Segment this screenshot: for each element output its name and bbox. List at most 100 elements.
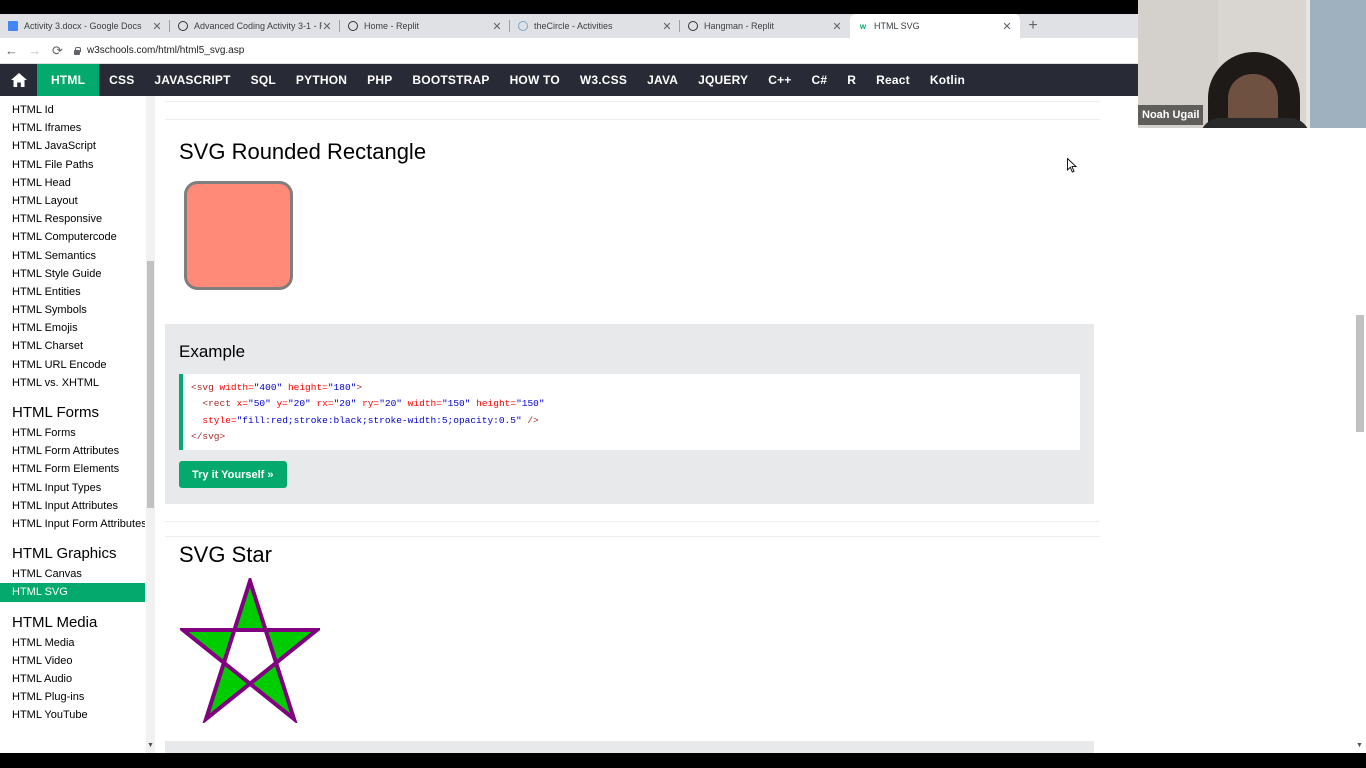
nav-sql[interactable]: SQL bbox=[241, 64, 286, 96]
tab-hangman-replit[interactable]: Hangman - Replit ✕ bbox=[680, 14, 850, 38]
nav-csharp[interactable]: C# bbox=[802, 64, 838, 96]
bottom-black-bar bbox=[0, 753, 1366, 768]
sidebar-item-html-id[interactable]: HTML Id bbox=[0, 101, 145, 119]
sidebar-scroll-down-icon[interactable]: ▼ bbox=[147, 742, 154, 749]
nav-react[interactable]: React bbox=[866, 64, 920, 96]
webcam-person-shirt bbox=[1200, 118, 1310, 128]
sidebar-item-html-audio[interactable]: HTML Audio bbox=[0, 670, 145, 688]
tab-title: Advanced Coding Activity 3-1 - R bbox=[194, 21, 322, 31]
tab-title: Activity 3.docx - Google Docs bbox=[24, 21, 142, 31]
nav-python[interactable]: PYTHON bbox=[286, 64, 357, 96]
sidebar-heading-forms: HTML Forms bbox=[12, 404, 99, 421]
nav-howto[interactable]: HOW TO bbox=[500, 64, 570, 96]
sidebar-item-html-vs-xhtml[interactable]: HTML vs. XHTML bbox=[0, 374, 145, 392]
sidebar-item-html-symbols[interactable]: HTML Symbols bbox=[0, 301, 145, 319]
close-icon[interactable]: ✕ bbox=[492, 20, 502, 33]
rounded-rectangle-demo bbox=[184, 181, 293, 290]
tab-google-docs[interactable]: Activity 3.docx - Google Docs ✕ bbox=[0, 14, 170, 38]
sidebar-item-html-charset[interactable]: HTML Charset bbox=[0, 337, 145, 355]
divider bbox=[165, 101, 1100, 102]
nav-cpp[interactable]: C++ bbox=[758, 64, 801, 96]
sidebar-item-html-youtube[interactable]: HTML YouTube bbox=[0, 706, 145, 724]
home-icon[interactable] bbox=[0, 64, 37, 96]
sidebar-item-html-url-encode[interactable]: HTML URL Encode bbox=[0, 356, 145, 374]
sidebar-item-html-responsive[interactable]: HTML Responsive bbox=[0, 210, 145, 228]
nav-r[interactable]: R bbox=[837, 64, 866, 96]
divider bbox=[165, 536, 1100, 537]
page-scrollbar-thumb[interactable] bbox=[1356, 315, 1364, 432]
main-content: SVG Rounded Rectangle Example <svg width… bbox=[165, 96, 1100, 753]
sidebar-item-html-entities[interactable]: HTML Entities bbox=[0, 283, 145, 301]
address-bar: ← → ⟳ w3schools.com/html/html5_svg.asp bbox=[0, 38, 1138, 64]
nav-javascript[interactable]: JAVASCRIPT bbox=[144, 64, 240, 96]
nav-css[interactable]: CSS bbox=[99, 64, 144, 96]
sidebar-item-html-semantics[interactable]: HTML Semantics bbox=[0, 247, 145, 265]
tab-thecircle[interactable]: theCircle - Activities ✕ bbox=[510, 14, 680, 38]
tab-title: theCircle - Activities bbox=[534, 21, 613, 31]
star-demo bbox=[180, 578, 320, 723]
close-icon[interactable]: ✕ bbox=[322, 20, 332, 33]
sidebar-item-html-plugins[interactable]: HTML Plug-ins bbox=[0, 688, 145, 706]
sidebar-item-html-layout[interactable]: HTML Layout bbox=[0, 192, 145, 210]
sidebar-item-html-svg[interactable]: HTML SVG bbox=[0, 583, 145, 602]
heading-svg-star: SVG Star bbox=[179, 542, 272, 567]
sidebar-scrollbar-thumb[interactable] bbox=[147, 261, 154, 508]
sidebar-item-html-forms[interactable]: HTML Forms bbox=[0, 424, 145, 442]
nav-jquery[interactable]: JQUERY bbox=[688, 64, 758, 96]
w3schools-icon: w bbox=[859, 21, 867, 31]
left-sidebar: HTML Id HTML Iframes HTML JavaScript HTM… bbox=[0, 96, 145, 753]
nav-html[interactable]: HTML bbox=[37, 64, 100, 96]
example-label: Example bbox=[179, 342, 246, 361]
sidebar-item-html-media[interactable]: HTML Media bbox=[0, 634, 145, 652]
sidebar-item-html-file-paths[interactable]: HTML File Paths bbox=[0, 156, 145, 174]
sidebar-item-html-computercode[interactable]: HTML Computercode bbox=[0, 228, 145, 246]
sidebar-item-html-javascript[interactable]: HTML JavaScript bbox=[0, 137, 145, 155]
sidebar-item-form-attributes[interactable]: HTML Form Attributes bbox=[0, 442, 145, 460]
replit-icon bbox=[178, 21, 188, 31]
code-example: <svg width="400" height="180"> <rect x="… bbox=[179, 374, 1080, 450]
page-scroll-down-icon[interactable]: ▼ bbox=[1356, 742, 1363, 749]
tab-home-replit[interactable]: Home - Replit ✕ bbox=[340, 14, 510, 38]
close-icon[interactable]: ✕ bbox=[152, 20, 162, 33]
divider bbox=[165, 119, 1100, 120]
url-field[interactable]: w3schools.com/html/html5_svg.asp bbox=[73, 45, 244, 56]
sidebar-item-input-form-attributes[interactable]: HTML Input Form Attributes bbox=[0, 515, 145, 533]
sidebar-item-html-canvas[interactable]: HTML Canvas bbox=[0, 565, 145, 583]
code-line-2: <rect x="50" y="20" rx="20" ry="20" widt… bbox=[191, 398, 545, 410]
sidebar-item-html-emojis[interactable]: HTML Emojis bbox=[0, 319, 145, 337]
webcam-window bbox=[1310, 0, 1366, 128]
tab-advanced-coding[interactable]: Advanced Coding Activity 3-1 - R ✕ bbox=[170, 14, 340, 38]
forward-arrow-icon[interactable]: → bbox=[23, 43, 46, 58]
sidebar-item-form-elements[interactable]: HTML Form Elements bbox=[0, 460, 145, 478]
divider bbox=[165, 521, 1100, 522]
heading-svg-rounded-rectangle: SVG Rounded Rectangle bbox=[179, 139, 427, 164]
new-tab-button[interactable]: + bbox=[1020, 14, 1046, 38]
code-line-4: </svg> bbox=[191, 430, 226, 442]
circle-icon bbox=[518, 21, 528, 31]
sidebar-item-html-style-guide[interactable]: HTML Style Guide bbox=[0, 265, 145, 283]
webcam-name-label: Noah Ugail bbox=[1138, 105, 1204, 125]
code-line-3: style="fill:red;stroke:black;stroke-widt… bbox=[191, 414, 539, 426]
lock-icon bbox=[73, 46, 81, 55]
url-text: w3schools.com/html/html5_svg.asp bbox=[87, 45, 245, 56]
nav-php[interactable]: PHP bbox=[357, 64, 402, 96]
page-body: HTML Id HTML Iframes HTML JavaScript HTM… bbox=[0, 96, 1366, 753]
replit-icon bbox=[688, 21, 698, 31]
w3-top-nav: HTML CSS JAVASCRIPT SQL PYTHON PHP BOOTS… bbox=[0, 64, 1138, 96]
close-icon[interactable]: ✕ bbox=[662, 20, 672, 33]
sidebar-item-input-types[interactable]: HTML Input Types bbox=[0, 479, 145, 497]
tab-html-svg[interactable]: w HTML SVG ✕ bbox=[850, 14, 1020, 38]
sidebar-item-html-iframes[interactable]: HTML Iframes bbox=[0, 119, 145, 137]
close-icon[interactable]: ✕ bbox=[1002, 20, 1012, 33]
sidebar-item-html-video[interactable]: HTML Video bbox=[0, 652, 145, 670]
nav-bootstrap[interactable]: BOOTSTRAP bbox=[402, 64, 499, 96]
nav-java[interactable]: JAVA bbox=[637, 64, 688, 96]
reload-icon[interactable]: ⟳ bbox=[46, 43, 69, 59]
nav-kotlin[interactable]: Kotlin bbox=[920, 64, 975, 96]
nav-w3css[interactable]: W3.CSS bbox=[570, 64, 637, 96]
try-it-yourself-button[interactable]: Try it Yourself » bbox=[179, 461, 287, 488]
sidebar-item-html-head[interactable]: HTML Head bbox=[0, 174, 145, 192]
sidebar-item-input-attributes[interactable]: HTML Input Attributes bbox=[0, 497, 145, 515]
back-arrow-icon[interactable]: ← bbox=[0, 43, 23, 58]
close-icon[interactable]: ✕ bbox=[832, 20, 842, 33]
